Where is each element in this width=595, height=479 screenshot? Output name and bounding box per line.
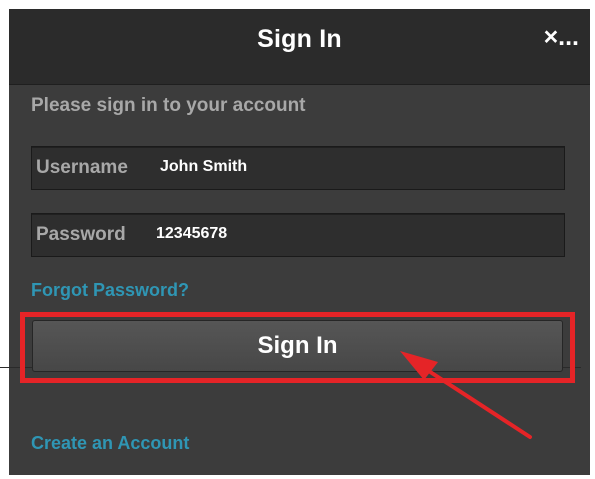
- forgot-password-link[interactable]: Forgot Password?: [31, 280, 189, 301]
- password-label: Password: [36, 224, 126, 245]
- password-value[interactable]: 12345678: [156, 225, 227, 243]
- sign-in-prompt: Please sign in to your account: [31, 95, 306, 116]
- username-value[interactable]: John Smith: [160, 158, 247, 176]
- dialog-title: Sign In: [257, 25, 342, 53]
- sign-in-button[interactable]: Sign In: [32, 320, 563, 372]
- title-bar: Sign In ×...: [9, 9, 590, 85]
- close-button[interactable]: ×...: [544, 23, 579, 52]
- username-field[interactable]: Username John Smith: [31, 146, 565, 190]
- password-field[interactable]: Password 12345678: [31, 213, 565, 257]
- create-account-link[interactable]: Create an Account: [31, 433, 189, 454]
- username-label: Username: [36, 157, 128, 178]
